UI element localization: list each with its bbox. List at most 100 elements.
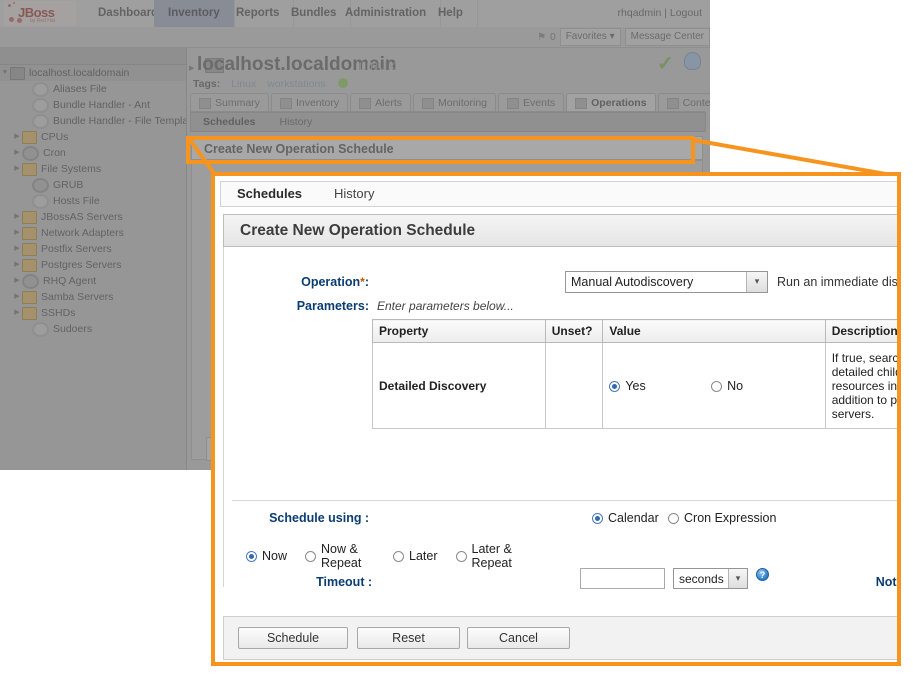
tree-item-samba-servers[interactable]: ▶Samba Servers — [0, 289, 186, 305]
tree-item-label: Network Adapters — [41, 225, 124, 241]
cell-unset-checkbox[interactable] — [545, 343, 603, 429]
tree-item-cpus[interactable]: ▶ CPUs — [0, 129, 186, 145]
tree-item-aliases-file[interactable]: Aliases File — [0, 81, 186, 97]
subtab-schedules[interactable]: Schedules — [221, 182, 318, 206]
tree-item-cron[interactable]: ▶ Cron — [0, 145, 186, 161]
subtab-history[interactable]: History — [318, 182, 390, 206]
radio-detailed-yes[interactable]: Yes — [609, 379, 649, 393]
tab-content[interactable]: Content — [658, 93, 710, 112]
radio-when-later[interactable]: Later — [393, 549, 438, 563]
user-session-label[interactable]: rhqadmin | Logout — [618, 0, 702, 27]
chevron-right-icon[interactable]: ▶ — [12, 145, 22, 161]
message-center-button[interactable]: Message Center — [625, 28, 710, 46]
help-icon[interactable]: ? — [756, 568, 769, 581]
chevron-right-icon[interactable]: ▶ — [12, 225, 22, 241]
cell-property: Detailed Discovery — [373, 343, 546, 429]
chevron-down-icon[interactable]: ▼ — [0, 65, 10, 81]
chevron-right-icon[interactable]: ▶ — [12, 305, 22, 321]
resource-tab-bar: SummaryInventoryAlertsMonitoring Events Op… — [190, 92, 710, 112]
tree-item-rhq-agent[interactable]: ▶RHQ Agent — [0, 273, 186, 289]
tab-label: Events — [523, 94, 555, 112]
parameters-hint: Enter parameters below... — [377, 299, 514, 313]
chevron-right-icon[interactable]: ▶ — [12, 241, 22, 257]
tree-item-label: Cron — [43, 145, 66, 161]
cell-value-radios: Yes No — [603, 343, 825, 429]
tree-node-root[interactable]: ▼ localhost.localdomain — [0, 65, 186, 81]
badge-ribbon-icon — [684, 52, 701, 70]
tree-item-hosts-file[interactable]: Hosts File — [0, 193, 186, 209]
tag-linux[interactable]: Linux — [231, 78, 256, 90]
chevron-down-icon[interactable]: ▾ — [728, 569, 747, 588]
tab-events[interactable]: Events — [498, 93, 564, 112]
chevron-right-icon[interactable]: ▶ — [12, 273, 22, 289]
table-row: Detailed Discovery Yes No If true, searc… — [373, 343, 898, 429]
radio-schedule-cron[interactable]: Cron Expression — [668, 511, 776, 525]
tab-label: Operations — [591, 94, 646, 112]
tree-item-label: CPUs — [41, 129, 68, 145]
tab-operations[interactable]: Operations — [566, 93, 655, 112]
flag-icon: ⚑ — [537, 32, 546, 43]
tree-item-grub[interactable]: GRUB — [0, 177, 186, 193]
nav-item-help[interactable]: Help — [424, 0, 478, 27]
table-header-row: Property Unset? Value Description — [373, 320, 898, 343]
tab-alerts[interactable]: Alerts — [350, 93, 411, 112]
chevron-right-icon[interactable]: ▶ — [12, 161, 22, 177]
subtab-schedules[interactable]: Schedules — [191, 113, 268, 131]
folder-icon — [22, 243, 37, 256]
tree-item-postgres-servers[interactable]: ▶Postgres Servers — [0, 257, 186, 273]
operation-description: Run an immediate discovery to search for… — [777, 275, 897, 289]
tree-item-file-systems[interactable]: ▶ File Systems — [0, 161, 186, 177]
tree-item-sudoers[interactable]: Sudoers — [0, 321, 186, 337]
cancel-button[interactable]: Cancel — [467, 627, 570, 649]
chevron-right-icon[interactable]: ▶ — [12, 289, 22, 305]
tab-inventory[interactable]: Inventory — [271, 93, 348, 112]
timeout-input[interactable] — [580, 568, 665, 589]
operations-subtab-bar: SchedulesHistory — [190, 112, 706, 132]
parameters-table: Property Unset? Value Description Detail… — [372, 319, 897, 429]
tree-item-sshds[interactable]: ▶SSHDs — [0, 305, 186, 321]
tree-item-jbossas-servers[interactable]: ▶JBossAS Servers — [0, 209, 186, 225]
folder-icon — [22, 131, 37, 144]
operation-select[interactable]: Manual Autodiscovery ▾ — [565, 271, 768, 293]
tab-monitoring[interactable]: Monitoring — [413, 93, 496, 112]
tree-item-label: Aliases File — [53, 81, 107, 97]
monitor-icon — [10, 67, 25, 80]
tree-item-postfix-servers[interactable]: ▶ Postfix Servers — [0, 241, 186, 257]
folder-icon — [22, 227, 37, 240]
top-navigation-bar: JBoss by Red Hat Dashboard Inventory Rep… — [0, 0, 710, 28]
radio-detailed-no[interactable]: No — [711, 379, 743, 393]
gear-icon — [32, 322, 49, 337]
radio-when-now[interactable]: Now — [246, 549, 287, 563]
chevron-down-icon[interactable]: ▾ — [746, 272, 767, 292]
radio-when-later-repeat[interactable]: Later & Repeat — [456, 542, 514, 570]
timeout-unit-value: seconds — [679, 572, 724, 586]
timeout-unit-select[interactable]: seconds ▾ — [673, 568, 748, 589]
schedule-button[interactable]: Schedule — [238, 627, 348, 649]
reset-button[interactable]: Reset — [357, 627, 460, 649]
tab-summary[interactable]: Summary — [190, 93, 269, 112]
subtab-history[interactable]: History — [268, 113, 325, 131]
panel-title: Create New Operation Schedule — [223, 214, 897, 247]
tree-item-bundle-handler-ant[interactable]: Bundle Handler - Ant — [0, 97, 186, 113]
radio-yes-indicator — [609, 381, 620, 392]
radio-now-repeat-indicator — [305, 551, 316, 562]
when-options-row: Now Now & Repeat Later Later & Repeat — [246, 542, 706, 570]
gear-icon — [32, 98, 49, 113]
folder-icon — [22, 291, 37, 304]
tree-item-network-adapters[interactable]: ▶ Network Adapters — [0, 225, 186, 241]
tree-item-label: Postfix Servers — [41, 241, 112, 257]
tree-item-bundle-handler-file-template[interactable]: Bundle Handler - File Template — [0, 113, 186, 129]
chevron-right-icon[interactable]: ▶ — [12, 257, 22, 273]
folder-icon — [22, 211, 37, 224]
tag-workstations[interactable]: workstations — [267, 78, 325, 90]
logo-subtext: by Red Hat — [30, 18, 55, 24]
radio-when-now-repeat[interactable]: Now & Repeat — [305, 542, 375, 570]
chevron-right-icon[interactable]: ▶ — [12, 209, 22, 225]
chevron-right-icon[interactable]: ▶ — [12, 129, 22, 145]
chevron-right-icon[interactable]: ▶ — [189, 64, 194, 72]
tree-item-label: File Systems — [41, 161, 101, 177]
add-tag-icon[interactable] — [338, 78, 348, 88]
radio-schedule-calendar[interactable]: Calendar — [592, 511, 659, 525]
favorites-menu[interactable]: Favorites ▾ — [560, 28, 621, 46]
radio-no-indicator — [711, 381, 722, 392]
